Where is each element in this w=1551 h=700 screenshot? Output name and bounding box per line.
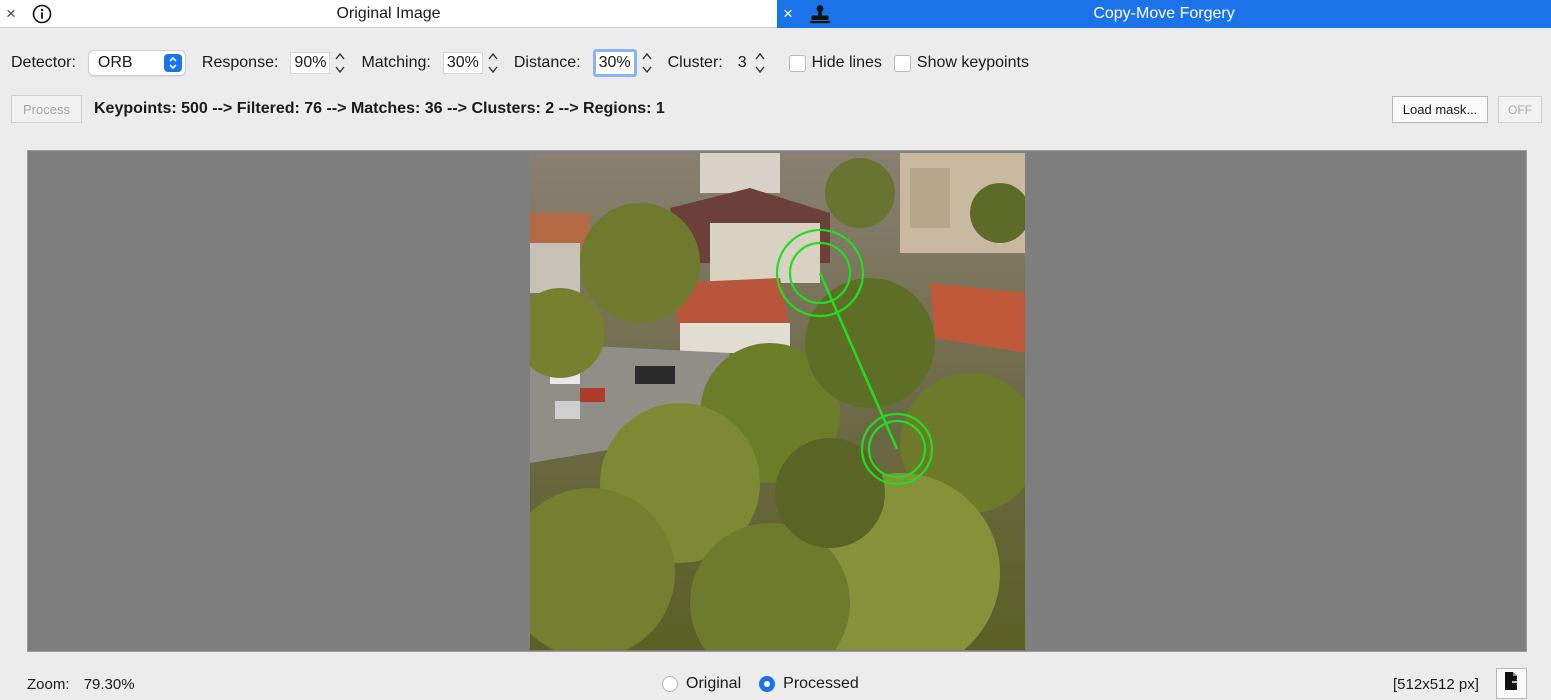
show-keypoints-label: Show keypoints xyxy=(916,54,1029,71)
detector-label: Detector: xyxy=(11,54,76,71)
response-label: Response: xyxy=(201,54,279,71)
stamp-icon xyxy=(809,4,831,24)
export-button[interactable] xyxy=(1496,668,1527,699)
tab-title-copy-move: Copy-Move Forgery xyxy=(1093,5,1235,22)
zoom-value: 79.30% xyxy=(83,676,135,693)
distance-stepper[interactable] xyxy=(640,50,654,76)
zoom-indicator: Zoom: 79.30% xyxy=(27,676,135,693)
tab-copy-move-forgery[interactable]: × Copy-Move Forgery xyxy=(777,0,1551,28)
cluster-stepper[interactable] xyxy=(753,50,767,76)
show-keypoints-checkbox[interactable]: Show keypoints xyxy=(886,54,1029,72)
response-stepper[interactable] xyxy=(333,50,347,76)
cluster-spinbox[interactable]: 3 xyxy=(735,50,767,76)
detector-value: ORB xyxy=(97,54,133,71)
radio-processed[interactable] xyxy=(759,676,776,692)
cluster-input[interactable]: 3 xyxy=(735,52,750,74)
hide-lines-label: Hide lines xyxy=(811,54,882,71)
parameters-toolbar: Detector: ORB Response: 90% Matching: 30… xyxy=(11,46,1033,80)
close-icon[interactable]: × xyxy=(777,0,799,28)
hide-lines-box[interactable] xyxy=(788,54,806,72)
off-button[interactable]: OFF xyxy=(1498,96,1542,123)
distance-spinbox[interactable]: 30% xyxy=(592,49,654,77)
tab-original-image[interactable]: × Original Image xyxy=(0,0,777,28)
cluster-label: Cluster: xyxy=(667,54,723,71)
image-size-label: [512x512 px] xyxy=(1393,676,1479,693)
processed-image xyxy=(530,153,1025,650)
matching-input[interactable]: 30% xyxy=(442,52,483,74)
show-keypoints-box[interactable] xyxy=(893,54,911,72)
image-viewer[interactable] xyxy=(27,150,1527,652)
zoom-label: Zoom: xyxy=(27,676,70,693)
status-text: Keypoints: 500 --> Filtered: 76 --> Matc… xyxy=(94,100,665,117)
load-mask-button[interactable]: Load mask... xyxy=(1392,96,1488,123)
export-icon xyxy=(1502,671,1522,696)
matching-spinbox[interactable]: 30% xyxy=(442,50,500,76)
process-button[interactable]: Process xyxy=(11,95,82,123)
info-icon[interactable] xyxy=(32,4,52,24)
detector-select[interactable]: ORB xyxy=(87,50,186,76)
distance-label: Distance: xyxy=(513,54,581,71)
view-mode-radio-group: Original Processed xyxy=(662,675,859,693)
matching-stepper[interactable] xyxy=(486,50,500,76)
matching-label: Matching: xyxy=(361,54,431,71)
close-icon[interactable]: × xyxy=(0,0,22,28)
hide-lines-checkbox[interactable]: Hide lines xyxy=(781,54,882,72)
distance-input[interactable]: 30% xyxy=(592,49,637,77)
radio-processed-label[interactable]: Processed xyxy=(783,675,859,693)
tab-title-original: Original Image xyxy=(336,4,441,22)
response-spinbox[interactable]: 90% xyxy=(290,50,347,76)
radio-original-label[interactable]: Original xyxy=(686,675,741,693)
updown-chevron-icon xyxy=(163,54,182,72)
radio-original[interactable] xyxy=(662,676,678,692)
response-input[interactable]: 90% xyxy=(290,52,331,74)
